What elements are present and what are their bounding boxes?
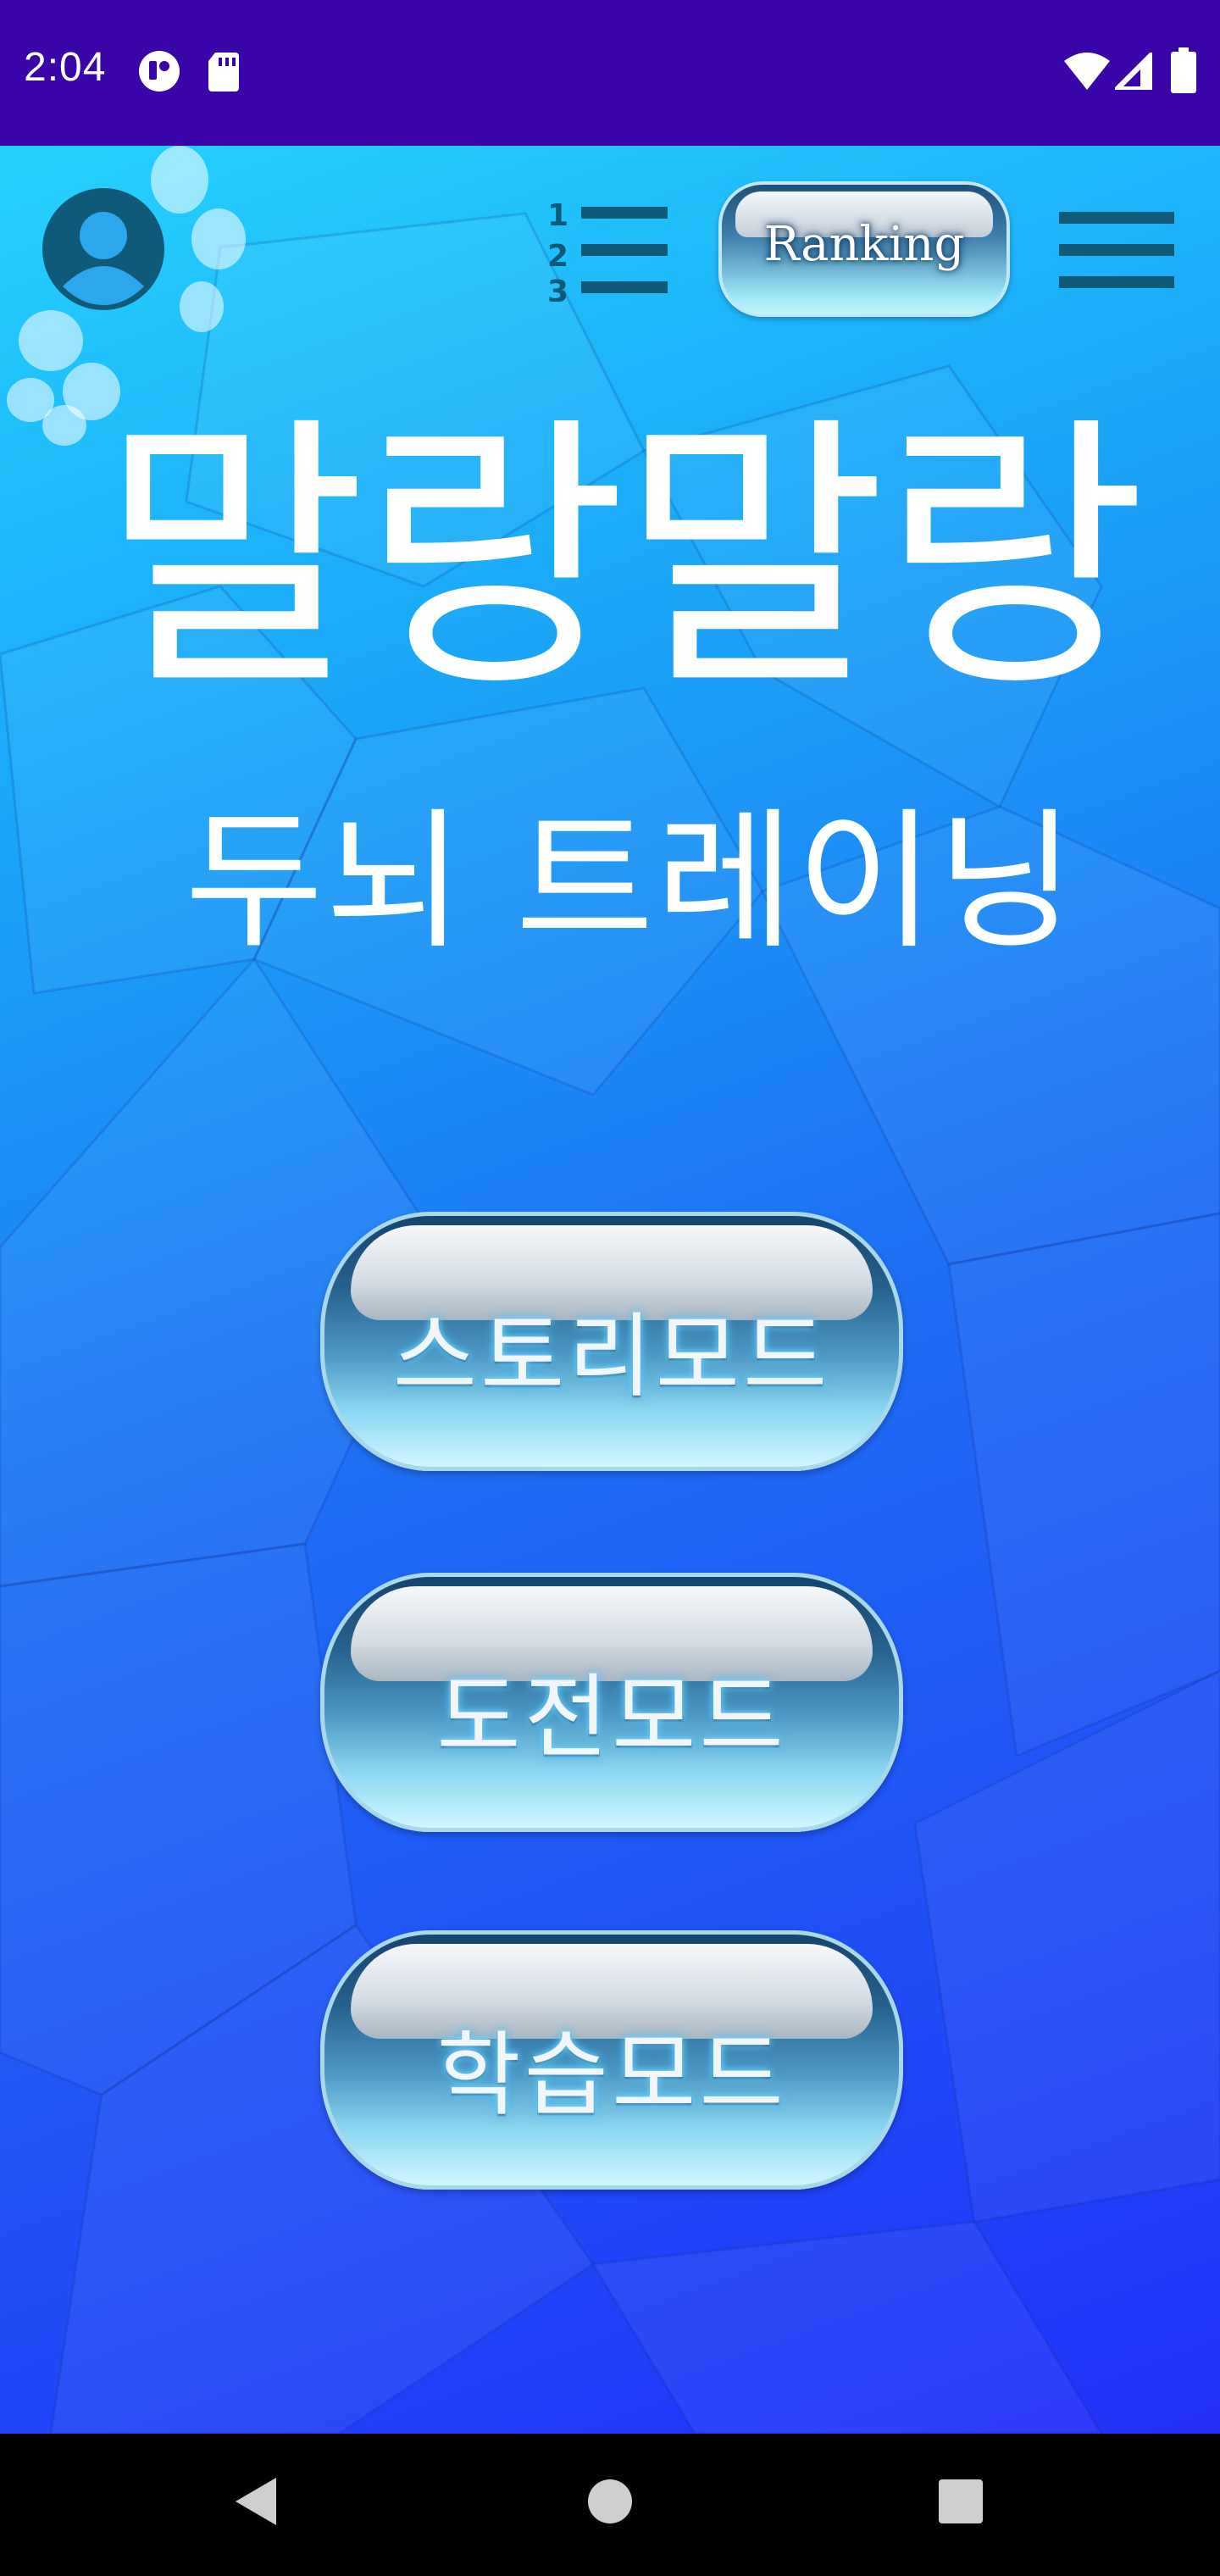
status-time: 2:04 [24,45,107,90]
story-mode-button[interactable]: 스토리모드 [320,1212,903,1471]
home-icon[interactable] [586,2478,634,2525]
svg-text:1: 1 [547,198,568,233]
ranking-button[interactable]: Ranking [718,181,1010,317]
story-mode-label: 스토리모드 [392,1304,831,1410]
sd-card-icon [208,53,239,92]
numbered-list-icon[interactable]: 1 2 3 [547,197,673,302]
recents-icon[interactable] [939,2479,983,2523]
status-bar: 2:04 [0,0,1220,146]
hamburger-menu-icon[interactable] [1059,212,1174,290]
app-title: 말랑말랑 [102,391,1146,727]
cellular-signal-icon [1115,53,1152,90]
ranking-button-label: Ranking [763,217,965,272]
study-mode-label: 학습모드 [436,2023,787,2129]
challenge-mode-label: 도전모드 [436,1665,787,1771]
navigation-bar [0,2434,1220,2576]
main-screen: 1 2 3 Ranking 말랑말랑 두뇌 트레이닝 스토리모드 도전모드 학습… [0,146,1220,2434]
study-mode-button[interactable]: 학습모드 [320,1930,903,2190]
back-icon[interactable] [232,2474,280,2529]
battery-icon [1171,47,1196,93]
notification-app-icon [139,51,180,92]
wifi-icon [1064,53,1110,90]
profile-avatar-icon[interactable] [41,186,166,312]
app-subtitle: 두뇌 트레이닝 [185,794,1078,969]
svg-text:2: 2 [547,239,568,274]
svg-text:3: 3 [547,275,568,302]
challenge-mode-button[interactable]: 도전모드 [320,1573,903,1832]
